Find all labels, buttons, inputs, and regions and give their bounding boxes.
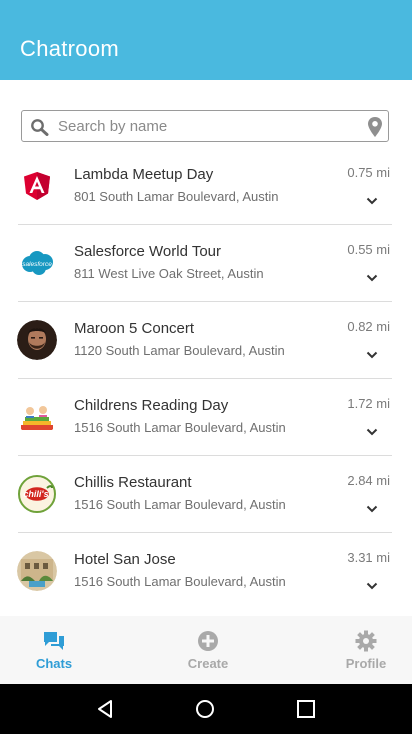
recents-icon[interactable] (295, 698, 317, 725)
tab-label: Create (187, 656, 229, 671)
kids-reading-illustration-avatar (17, 397, 57, 437)
list-item[interactable]: Childrens Reading Day 1516 South Lamar B… (0, 379, 412, 456)
event-distance: 0.82 mi (347, 319, 390, 334)
page-title: Chatroom (20, 36, 119, 61)
home-icon[interactable] (194, 698, 216, 725)
tab-profile[interactable]: Profile (330, 616, 402, 684)
event-address: 1516 South Lamar Boulevard, Austin (74, 574, 286, 589)
event-distance: 0.55 mi (347, 242, 390, 257)
event-address: 1516 South Lamar Boulevard, Austin (74, 497, 286, 512)
event-distance: 1.72 mi (347, 396, 390, 411)
tab-create[interactable]: Create (170, 616, 246, 684)
chevron-down-icon[interactable] (366, 346, 378, 364)
list-item[interactable]: Maroon 5 Concert 1120 South Lamar Boulev… (0, 302, 412, 379)
person-photo-avatar (17, 320, 57, 360)
event-name: Maroon 5 Concert (74, 320, 195, 337)
chilis-logo-avatar: chili's (17, 474, 57, 514)
search-icon (30, 118, 50, 141)
svg-text:salesforce: salesforce (22, 261, 52, 268)
chevron-down-icon[interactable] (366, 192, 378, 210)
event-address: 801 South Lamar Boulevard, Austin (74, 189, 279, 204)
tab-label: Chats (35, 656, 73, 671)
event-name: Salesforce World Tour (74, 243, 222, 260)
chevron-down-icon[interactable] (366, 577, 378, 595)
location-pin-icon[interactable] (367, 116, 383, 143)
system-nav-bar (0, 684, 412, 734)
list-item[interactable]: chili's Chillis Restaurant 1516 South La… (0, 456, 412, 533)
event-name: Hotel San Jose (74, 551, 176, 568)
plus-circle-icon (197, 630, 219, 657)
event-address: 1516 South Lamar Boulevard, Austin (74, 420, 286, 435)
app-header: Chatroom (0, 0, 412, 80)
chevron-down-icon[interactable] (366, 423, 378, 441)
chat-bubbles-icon (42, 630, 66, 657)
event-name: Lambda Meetup Day (74, 166, 214, 183)
chevron-down-icon[interactable] (366, 500, 378, 518)
list-item[interactable]: salesforce Salesforce World Tour 811 Wes… (0, 225, 412, 302)
chevron-down-icon[interactable] (366, 269, 378, 287)
bottom-nav: Chats Create Profile (0, 616, 412, 684)
event-name: Childrens Reading Day (74, 397, 229, 414)
event-list: Lambda Meetup Day 801 South Lamar Boulev… (0, 148, 412, 610)
search-bar[interactable] (21, 110, 389, 142)
event-address: 811 West Live Oak Street, Austin (74, 266, 264, 281)
angular-logo-avatar (17, 166, 57, 206)
hotel-photo-avatar (17, 551, 57, 591)
search-input[interactable] (58, 111, 358, 141)
event-distance: 0.75 mi (347, 165, 390, 180)
back-icon[interactable] (94, 698, 116, 725)
list-item[interactable]: Hotel San Jose 1516 South Lamar Boulevar… (0, 533, 412, 610)
event-distance: 3.31 mi (347, 550, 390, 565)
gear-icon (355, 630, 377, 657)
event-distance: 2.84 mi (347, 473, 390, 488)
event-address: 1120 South Lamar Boulevard, Austin (74, 343, 285, 358)
salesforce-logo-avatar: salesforce (17, 243, 57, 283)
event-name: Chillis Restaurant (74, 474, 192, 491)
list-item[interactable]: Lambda Meetup Day 801 South Lamar Boulev… (0, 148, 412, 225)
tab-chats[interactable]: Chats (18, 616, 90, 684)
tab-label: Profile (345, 656, 387, 671)
svg-text:chili's: chili's (23, 489, 48, 499)
